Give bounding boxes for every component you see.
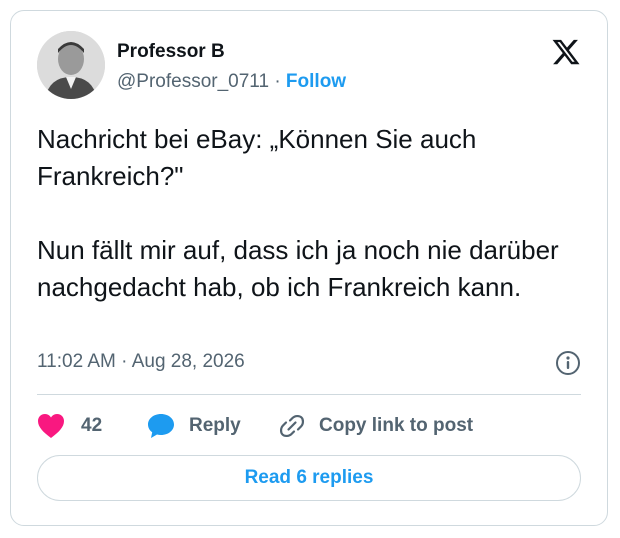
avatar[interactable] — [37, 31, 105, 99]
reply-label: Reply — [189, 415, 241, 436]
post-text: Nachricht bei eBay: „Können Sie auch Fra… — [37, 121, 577, 306]
read-replies-button[interactable]: Read 6 replies — [37, 455, 581, 501]
follow-button[interactable]: Follow — [286, 71, 346, 92]
like-count: 42 — [81, 415, 103, 436]
author-name[interactable]: Professor B — [117, 41, 225, 63]
link-icon — [279, 414, 305, 438]
handle-separator: · — [274, 71, 281, 92]
divider — [37, 394, 581, 395]
author-handle[interactable]: @Professor_0711 — [117, 71, 269, 92]
like-button[interactable]: 42 — [37, 409, 102, 443]
reply-button[interactable]: Reply — [147, 409, 241, 443]
copy-link-label: Copy link to post — [319, 415, 474, 436]
post-paragraph: Nun fällt mir auf, dass ich ja noch nie … — [37, 235, 559, 302]
heart-icon — [38, 414, 64, 438]
info-icon[interactable] — [555, 350, 581, 376]
avatar-photo-icon — [37, 31, 105, 99]
post-timestamp[interactable]: 11:02 AM · Aug 28, 2026 — [37, 351, 245, 373]
post-card: Professor B @Professor_0711 · Follow Nac… — [10, 10, 608, 526]
copy-link-button[interactable]: Copy link to post — [279, 409, 473, 443]
speech-bubble-icon — [148, 414, 174, 438]
x-logo-icon[interactable] — [551, 37, 581, 67]
post-paragraph: Nachricht bei eBay: „Können Sie auch Fra… — [37, 124, 477, 191]
author-handle-row: @Professor_0711 · Follow — [117, 71, 346, 93]
